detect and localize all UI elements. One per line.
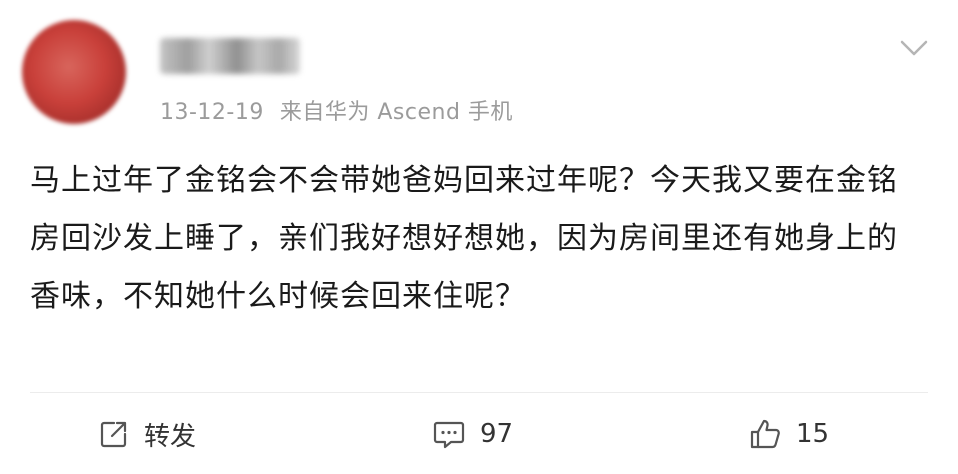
username-blurred[interactable] — [160, 38, 300, 74]
comment-icon — [433, 421, 465, 449]
forward-button[interactable]: 转发 — [98, 412, 196, 456]
avatar[interactable] — [22, 20, 126, 124]
weibo-post-card: 13-12-19 来自华为 Ascend 手机 马上过年了金铭会不会带她爸妈回来过… — [0, 0, 958, 474]
post-content: 马上过年了金铭会不会带她爸妈回来过年呢？今天我又要在金铭房回沙发上睡了，亲们我好… — [30, 163, 898, 314]
post-meta: 13-12-19 来自华为 Ascend 手机 — [160, 94, 513, 126]
forward-label: 转发 — [144, 421, 197, 452]
thumbs-up-icon — [750, 419, 780, 449]
post-source: 来自华为 Ascend 手机 — [279, 100, 513, 125]
divider — [30, 392, 928, 393]
like-button[interactable]: 15 — [748, 412, 829, 456]
share-icon — [100, 421, 127, 448]
post-date: 13-12-19 — [160, 100, 264, 125]
comment-count: 97 — [480, 419, 514, 449]
chevron-down-icon[interactable] — [900, 38, 928, 58]
like-count: 15 — [796, 419, 830, 449]
comment-button[interactable]: 97 — [432, 412, 513, 456]
